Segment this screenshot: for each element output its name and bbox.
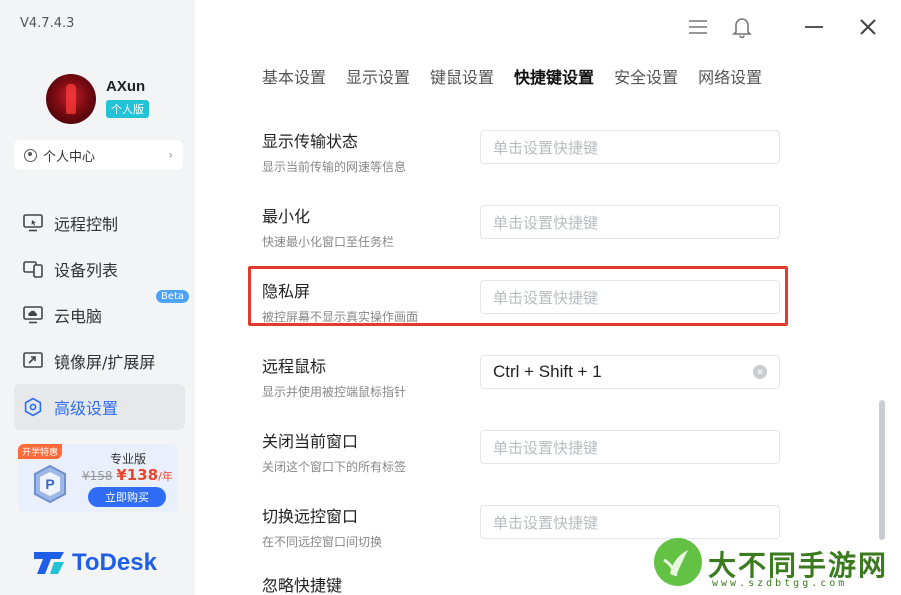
watermark-logo (654, 538, 702, 586)
sidebar-item-advanced-settings[interactable]: 高级设置 (14, 384, 185, 430)
minimize-icon[interactable] (802, 14, 826, 40)
user-center-button[interactable]: 个人中心 › (14, 140, 183, 170)
shortcut-input[interactable]: 单击设置快捷键 (480, 130, 780, 164)
advanced-settings-icon (22, 396, 44, 418)
chevron-right-icon: › (168, 148, 173, 162)
cloud-pc-icon (22, 304, 44, 326)
tab-basic[interactable]: 基本设置 (262, 64, 326, 88)
sidebar-item-cloud-pc[interactable]: 云电脑 Beta (14, 290, 189, 338)
brand-logo: ToDesk (32, 548, 157, 578)
promo-title: 专业版 (110, 452, 147, 466)
bell-icon[interactable] (730, 14, 754, 40)
sidebar: V4.7.4.3 AXun 个人版 个人中心 › 远程控制 设备列表 云电脑 B… (0, 0, 195, 595)
watermark-url: www.szdbtgg.com (712, 578, 848, 589)
tab-keyboard-mouse[interactable]: 键鼠设置 (430, 64, 494, 88)
plan-badge: 个人版 (106, 100, 149, 118)
shortcut-row-ignore-shortcuts: 忽略快捷键 (262, 572, 782, 595)
sidebar-item-label: 高级设置 (54, 399, 119, 418)
buy-now-button[interactable]: 立即购买 (88, 487, 166, 507)
clear-icon[interactable]: ✕ (753, 365, 767, 379)
setting-title: 忽略快捷键 (262, 576, 343, 595)
sidebar-item-label: 远程控制 (54, 215, 119, 234)
shortcut-input[interactable]: 单击设置快捷键 (480, 205, 780, 239)
new-price: ¥138 (116, 466, 159, 484)
promo-card[interactable]: 开学特惠 P 专业版 ¥158 ¥138/年 立即购买 (18, 444, 178, 512)
user-center-label: 个人中心 (43, 149, 96, 165)
shortcut-row-switch-window: 切换远控窗口 在不同远控窗口间切换 单击设置快捷键 (262, 503, 782, 550)
shortcut-row-remote-mouse: 远程鼠标 显示并使用被控端鼠标指针 Ctrl + Shift + 1 ✕ (262, 353, 782, 400)
sidebar-item-label: 镜像屏/扩展屏 (54, 353, 156, 372)
svg-text:P: P (45, 476, 54, 492)
shortcut-input[interactable]: Ctrl + Shift + 1 ✕ (480, 355, 780, 389)
brand-name: ToDesk (72, 549, 157, 576)
shortcut-row-minimize: 最小化 快速最小化窗口至任务栏 单击设置快捷键 (262, 203, 782, 250)
sidebar-item-device-list[interactable]: 设备列表 (14, 246, 185, 292)
mirror-screen-icon (22, 350, 44, 372)
device-list-icon (22, 258, 44, 280)
remote-control-icon (22, 212, 44, 234)
user-icon (24, 148, 37, 162)
shortcut-value: Ctrl + Shift + 1 (493, 362, 602, 381)
todesk-logo-icon (34, 552, 64, 574)
scrollbar[interactable] (879, 400, 885, 540)
username: AXun (106, 78, 146, 95)
shortcut-row-transfer-status: 显示传输状态 显示当前传输的网速等信息 单击设置快捷键 (262, 128, 782, 175)
tab-shortcuts[interactable]: 快捷键设置 (514, 64, 594, 88)
avatar[interactable] (46, 74, 96, 124)
close-icon[interactable] (856, 14, 880, 40)
app-version: V4.7.4.3 (20, 16, 75, 31)
tab-security[interactable]: 安全设置 (614, 64, 678, 88)
sidebar-item-mirror-screen[interactable]: 镜像屏/扩展屏 (14, 338, 185, 384)
old-price: ¥158 (82, 469, 113, 483)
promo-price: ¥158 ¥138/年 (82, 466, 173, 484)
tab-display[interactable]: 显示设置 (346, 64, 410, 88)
shortcut-row-close-window: 关闭当前窗口 关闭这个窗口下的所有标签 单击设置快捷键 (262, 428, 782, 475)
beta-badge: Beta (155, 290, 189, 303)
sidebar-item-label: 云电脑 (54, 307, 103, 326)
sidebar-nav: 远程控制 设备列表 云电脑 Beta 镜像屏/扩展屏 高级设置 (14, 200, 189, 430)
settings-tabs: 基本设置 显示设置 键鼠设置 快捷键设置 安全设置 网络设置 (262, 64, 782, 88)
shortcut-input[interactable]: 单击设置快捷键 (480, 505, 780, 539)
promo-tag: 开学特惠 (18, 444, 63, 459)
tab-network[interactable]: 网络设置 (698, 64, 762, 88)
sidebar-item-remote-control[interactable]: 远程控制 (14, 200, 185, 246)
highlight-box (248, 266, 788, 326)
pro-shield-icon: P (32, 464, 68, 504)
shortcut-input[interactable]: 单击设置快捷键 (480, 430, 780, 464)
menu-icon[interactable] (686, 14, 710, 40)
sidebar-item-label: 设备列表 (54, 261, 119, 280)
price-unit: /年 (158, 470, 173, 483)
